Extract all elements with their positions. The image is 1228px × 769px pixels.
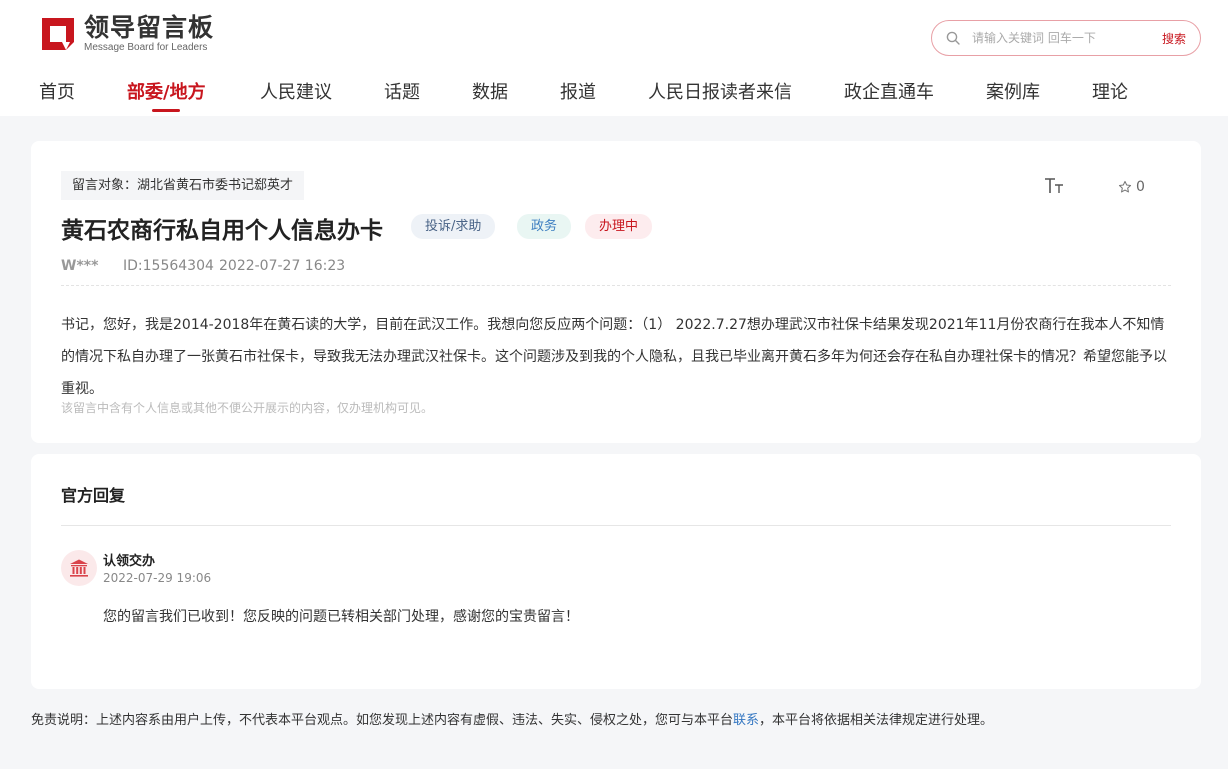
message-id: ID:15564304	[123, 258, 214, 274]
message-card: 留言对象：湖北省黄石市委书记郄英才 0 黄石农商行私自用个人信息办卡 投诉/求助…	[31, 141, 1201, 443]
main-nav: 首页 部委/地方 人民建议 话题 数据 报道 人民日报读者来信 政企直通车 案例…	[0, 74, 1228, 116]
reply-author: 认领交办	[103, 554, 156, 569]
reply-section-title: 官方回复	[61, 486, 126, 505]
logo-mark-icon	[40, 16, 76, 52]
search-input[interactable]	[972, 31, 1152, 45]
favorite-button[interactable]: 0	[1118, 179, 1145, 195]
search-icon	[938, 21, 968, 55]
nav-item-ministries-local[interactable]: 部委/地方	[127, 78, 206, 104]
nav-item-topics[interactable]: 话题	[384, 78, 420, 104]
reply-content: 您的留言我们已收到！您反映的问题已转相关部门处理，感谢您的宝贵留言！	[103, 609, 579, 625]
nav-item-case-library[interactable]: 案例库	[986, 78, 1040, 104]
nav-item-data[interactable]: 数据	[472, 78, 508, 104]
search-box: 搜索	[931, 20, 1201, 56]
nav-item-reports[interactable]: 报道	[560, 78, 596, 104]
reply-divider	[61, 525, 1171, 526]
font-size-icon[interactable]	[1044, 177, 1064, 195]
nav-item-enterprise-express[interactable]: 政企直通车	[844, 78, 934, 104]
disclaimer: 免责说明：上述内容系由用户上传，不代表本平台观点。如您发现上述内容有虚假、违法、…	[31, 709, 993, 728]
message-divider	[61, 285, 1171, 286]
site-logo[interactable]: 领导留言板 Message Board for Leaders	[40, 14, 214, 54]
message-target: 留言对象：湖北省黄石市委书记郄英才	[61, 171, 305, 200]
logo-subtitle: Message Board for Leaders	[84, 42, 208, 53]
nav-item-theory[interactable]: 理论	[1092, 78, 1128, 104]
disclaimer-text-before: 免责说明：上述内容系由用户上传，不代表本平台观点。如您发现上述内容有虚假、违法、…	[31, 713, 734, 728]
nav-item-home[interactable]: 首页	[39, 78, 75, 104]
category-tag: 投诉/求助	[411, 214, 496, 239]
site-header: 领导留言板 Message Board for Leaders 搜索 首页 部委…	[0, 0, 1228, 116]
message-title: 黄石农商行私自用个人信息办卡	[61, 218, 383, 244]
search-button[interactable]: 搜索	[1162, 30, 1186, 47]
nav-item-people-suggestions[interactable]: 人民建议	[260, 78, 332, 104]
nav-item-readers-letters[interactable]: 人民日报读者来信	[648, 78, 792, 104]
official-reply-card: 官方回复 认领交办 2022-07-29 19:06 您的留言我们已收到！您反映…	[31, 454, 1201, 689]
nav-active-indicator	[152, 109, 180, 112]
government-building-icon	[61, 550, 97, 586]
logo-title: 领导留言板	[84, 13, 215, 42]
reply-time: 2022-07-29 19:06	[103, 571, 212, 585]
message-time: 2022-07-27 16:23	[219, 258, 346, 274]
contact-link[interactable]: 联系	[733, 713, 759, 728]
star-icon	[1118, 180, 1132, 193]
message-content: 书记，您好，我是2014-2018年在黄石读的大学，目前在武汉工作。我想向您反应…	[61, 317, 1167, 397]
message-author: W***	[61, 258, 99, 274]
field-tag: 政务	[517, 214, 572, 239]
status-badge: 办理中	[585, 214, 653, 239]
privacy-notice: 该留言中含有个人信息或其他不便公开展示的内容，仅办理机构可见。	[61, 401, 434, 415]
favorite-count: 0	[1136, 179, 1145, 195]
disclaimer-text-after: ，本平台将依据相关法律规定进行处理。	[759, 713, 994, 728]
logo-text: 领导留言板 Message Board for Leaders	[84, 15, 214, 53]
